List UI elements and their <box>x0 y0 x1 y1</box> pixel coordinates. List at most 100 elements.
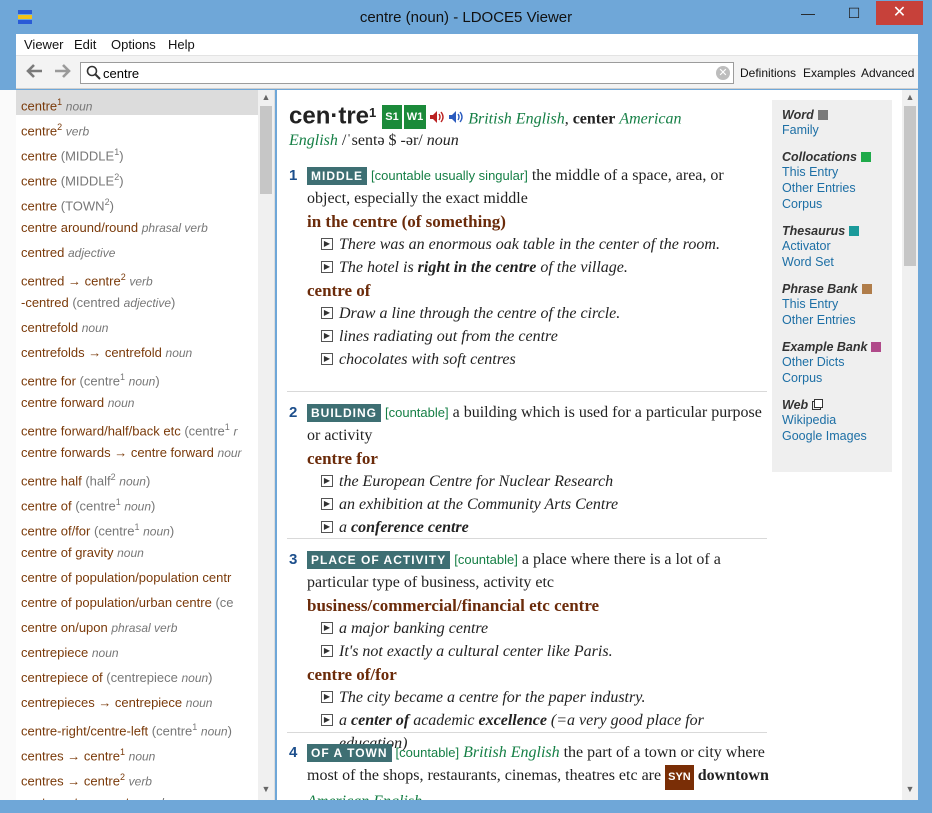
menu-edit[interactable]: Edit <box>74 37 96 52</box>
sidebar-heading[interactable]: Web <box>782 398 882 412</box>
menu-options[interactable]: Options <box>111 37 156 52</box>
word-list-item[interactable]: centre of population/urban centre (ce <box>16 590 258 615</box>
search-input[interactable] <box>103 65 703 81</box>
sidebar-link[interactable]: Wikipedia <box>782 412 882 428</box>
word-list-item[interactable]: centres → centre2 verb <box>16 765 258 790</box>
word-list-item[interactable]: centres etc → centre verb <box>16 790 258 800</box>
word-list-item[interactable]: centre (TOWN2) <box>16 190 258 215</box>
play-example-icon[interactable]: ▶ <box>321 498 333 510</box>
sidebar-link[interactable]: Other Entries <box>782 180 882 196</box>
american-speaker-icon[interactable] <box>448 109 464 124</box>
homograph-number: 2 <box>120 772 126 782</box>
word-list-item[interactable]: centrepiece noun <box>16 640 258 665</box>
word-list-item[interactable]: centre around/round phrasal verb <box>16 215 258 240</box>
part-of-speech: noun <box>128 749 156 764</box>
example-collocation: excellence <box>478 712 547 729</box>
word-list-item[interactable]: centrepieces → centrepiece noun <box>16 690 258 715</box>
word-list-word: centred → centre <box>21 273 121 289</box>
homograph-number: 2 <box>110 472 116 482</box>
sidebar-heading[interactable]: Collocations <box>782 150 882 164</box>
word-list-word: centrepieces → centrepiece <box>21 695 183 710</box>
word-list-item[interactable]: centres → centre1 noun <box>16 740 258 765</box>
examples-button[interactable]: Examples <box>803 66 856 80</box>
word-list-item[interactable]: centre forward noun <box>16 390 258 415</box>
clear-search-icon[interactable]: ✕ <box>716 66 730 80</box>
word-list-item[interactable]: centre of gravity noun <box>16 540 258 565</box>
play-example-icon[interactable]: ▶ <box>321 307 333 319</box>
play-example-icon[interactable]: ▶ <box>321 238 333 250</box>
play-example-icon[interactable]: ▶ <box>321 353 333 365</box>
sidebar-link[interactable]: Google Images <box>782 428 882 444</box>
word-list-item[interactable]: -centred (centred adjective) <box>16 290 258 315</box>
scroll-up-icon[interactable]: ▲ <box>902 92 918 106</box>
play-example-icon[interactable]: ▶ <box>321 475 333 487</box>
word-list-item[interactable]: centre of/for (centre1 noun) <box>16 515 258 540</box>
sidebar-heading[interactable]: Phrase Bank <box>782 282 882 296</box>
word-list-item[interactable]: centre of (centre1 noun) <box>16 490 258 515</box>
entry-scrollbar[interactable]: ▲ ▼ <box>902 90 918 800</box>
sidebar-link[interactable]: Family <box>782 122 882 138</box>
word-list-item[interactable]: centre for (centre1 noun) <box>16 365 258 390</box>
back-arrow-icon[interactable] <box>22 61 46 83</box>
word-list-item[interactable]: centre of population/population centr <box>16 565 258 590</box>
menu-bar: Viewer Edit Options Help <box>16 34 918 56</box>
word-list-item[interactable]: centre-right/centre-left (centre1 noun) <box>16 715 258 740</box>
region-label: American <box>619 110 682 128</box>
play-example-icon[interactable]: ▶ <box>321 521 333 533</box>
menu-help[interactable]: Help <box>168 37 195 52</box>
word-list-item[interactable]: centrefold noun <box>16 315 258 340</box>
sidebar-heading[interactable]: Thesaurus <box>782 224 882 238</box>
forward-arrow-icon[interactable] <box>51 61 75 83</box>
title-bar[interactable]: centre (noun) - LDOCE5 Viewer — ☐ ✕ <box>0 0 932 34</box>
scroll-down-icon[interactable]: ▼ <box>902 784 918 798</box>
sidebar-heading[interactable]: Example Bank <box>782 340 882 354</box>
word-list-item[interactable]: centre (MIDDLE1) <box>16 140 258 165</box>
part-of-speech: nour <box>217 446 242 460</box>
sidebar-link[interactable]: Corpus <box>782 370 882 386</box>
sidebar-heading[interactable]: Word <box>782 108 882 122</box>
play-example-icon[interactable]: ▶ <box>321 261 333 273</box>
play-example-icon[interactable]: ▶ <box>321 622 333 634</box>
left-edge <box>0 90 16 800</box>
sidebar-link[interactable]: Word Set <box>782 254 882 270</box>
word-list-item[interactable]: centre half (half2 noun) <box>16 465 258 490</box>
menu-viewer[interactable]: Viewer <box>24 37 64 52</box>
sidebar-link[interactable]: Other Dicts <box>782 354 882 370</box>
sidebar-link[interactable]: Other Entries <box>782 312 882 328</box>
scroll-thumb[interactable] <box>260 106 272 194</box>
word-list-item[interactable]: centre (MIDDLE2) <box>16 165 258 190</box>
word-list-item[interactable]: centre1 noun <box>16 90 258 115</box>
advanced-button[interactable]: Advanced <box>861 66 914 80</box>
sense-block: 1 MIDDLE [countable usually singular] the… <box>289 164 769 371</box>
word-list-item[interactable]: centrepiece of (centrepiece noun) <box>16 665 258 690</box>
word-list-item[interactable]: centred adjective <box>16 240 258 265</box>
sidebar-link[interactable]: Corpus <box>782 196 882 212</box>
word-list-item[interactable]: centre on/upon phrasal verb <box>16 615 258 640</box>
word-list-scrollbar[interactable]: ▲ ▼ <box>258 90 274 800</box>
play-example-icon[interactable]: ▶ <box>321 691 333 703</box>
scroll-thumb[interactable] <box>904 106 916 266</box>
sense-block: 4 OF A TOWN [countable] British English t… <box>289 741 769 800</box>
sidebar-link[interactable]: This Entry <box>782 164 882 180</box>
close-button[interactable]: ✕ <box>876 1 923 25</box>
word-list-item[interactable]: centre2 verb <box>16 115 258 140</box>
maximize-button[interactable]: ☐ <box>832 1 876 25</box>
word-list-item[interactable]: centre forward/half/back etc (centre1 r <box>16 415 258 440</box>
word-list-item[interactable]: centre forwards → centre forward nour <box>16 440 258 465</box>
part-of-speech: noun <box>143 524 170 539</box>
scroll-down-icon[interactable]: ▼ <box>258 784 274 798</box>
play-example-icon[interactable]: ▶ <box>321 645 333 657</box>
minimize-button[interactable]: — <box>786 1 830 25</box>
part-of-speech: noun <box>200 724 228 739</box>
definitions-button[interactable]: Definitions <box>740 66 796 80</box>
word-list-word: centred <box>21 245 65 260</box>
play-example-icon[interactable]: ▶ <box>321 714 333 726</box>
play-example-icon[interactable]: ▶ <box>321 330 333 342</box>
word-list-item[interactable]: centred → centre2 verb <box>16 265 258 290</box>
scroll-up-icon[interactable]: ▲ <box>258 92 274 106</box>
search-box[interactable]: ✕ <box>80 62 734 84</box>
sidebar-link[interactable]: This Entry <box>782 296 882 312</box>
word-list-item[interactable]: centrefolds → centrefold noun <box>16 340 258 365</box>
sidebar-link[interactable]: Activator <box>782 238 882 254</box>
british-speaker-icon[interactable] <box>429 109 445 124</box>
